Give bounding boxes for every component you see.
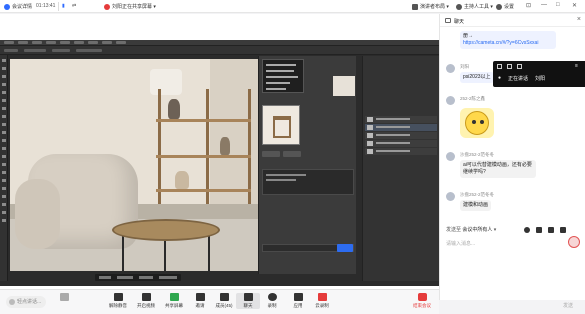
chat-title: 聊天 [454, 19, 465, 25]
ps-ai-panel [258, 56, 356, 274]
divider [58, 2, 59, 11]
maximize-icon[interactable]: □ [556, 2, 560, 8]
network-icon: ⇄ [72, 3, 77, 9]
assistant-avatar[interactable] [568, 236, 580, 248]
chat-sender: 252-2陈之鑫 [460, 96, 486, 101]
meeting-info-icon [4, 3, 10, 10]
title-bar: 会议详情 01:13:41 ▮ ⇄ 刘阳正在共享屏幕 ▾ 演讲者布局 ▾ 主持人… [0, 0, 585, 13]
layer-row[interactable] [365, 116, 437, 123]
cloud-record-icon [317, 293, 327, 301]
mic-icon: ● [498, 75, 502, 81]
mic-icon [113, 293, 123, 301]
send-to-selector[interactable]: 发送至 会议中所有人 ▾ [446, 226, 496, 233]
settings-button[interactable]: 设置 [496, 3, 514, 10]
screenshot-icon[interactable] [548, 227, 554, 233]
menu-icon[interactable]: ≡ [575, 63, 578, 69]
emoji-icon[interactable] [524, 227, 530, 233]
reference-thumbnail [333, 76, 355, 96]
more-icon[interactable] [560, 227, 566, 233]
cloud-record-button[interactable]: 云录制 [310, 293, 334, 309]
chat-sender: 沙盘252-2范冬冬 [460, 152, 495, 157]
generated-stool-image[interactable] [262, 105, 300, 145]
video-button[interactable]: 开启视频 [134, 293, 158, 309]
avatar [446, 64, 455, 73]
close-icon[interactable]: × [577, 16, 581, 23]
chat-sender: 沙盘252-2范冬冬 [460, 192, 495, 197]
ps-contextual-taskbar [95, 274, 181, 281]
file-icon[interactable] [536, 227, 542, 233]
invite-button[interactable]: 邀请 [188, 293, 212, 309]
model-dropdown[interactable] [262, 59, 304, 93]
chat-icon [243, 293, 253, 301]
send-button[interactable]: 发送 [563, 302, 573, 309]
chat-input[interactable]: 请输入消息... [446, 240, 475, 247]
apps-button[interactable]: 应用 [286, 293, 310, 309]
meeting-toolbar: 轻点讲话... 解除静音 开启视频 共享屏幕 邀请 成员(45) 聊天 录制 应… [0, 289, 439, 314]
chat-header: 聊天 × [440, 14, 585, 27]
layer-row[interactable] [365, 148, 437, 155]
push-to-talk-input[interactable]: 轻点讲话... [6, 296, 46, 308]
ai-action-button[interactable] [283, 151, 301, 157]
sharing-indicator[interactable]: 刘阳正在共享屏幕 ▾ [104, 3, 156, 10]
record-button[interactable]: 录制 [260, 293, 284, 309]
share-icon [169, 293, 179, 301]
avatar [446, 96, 455, 105]
hand-button[interactable] [52, 293, 76, 303]
avatar [446, 192, 455, 201]
end-meeting-button[interactable]: 结束会议 [411, 293, 433, 309]
chat-message: ai可以代替建模动画，还有必要继续学吗? [460, 160, 536, 178]
meeting-window: 会议详情 01:13:41 ▮ ⇄ 刘阳正在共享屏幕 ▾ 演讲者布局 ▾ 主持人… [0, 0, 585, 314]
pin-icon[interactable]: ⊡ [526, 2, 531, 9]
ps-toolbox [0, 55, 8, 281]
chat-button[interactable]: 聊天 [236, 293, 260, 309]
ps-layers-panel [362, 56, 439, 281]
chat-sender: 刘阳 [460, 64, 469, 69]
camera-icon [141, 293, 151, 301]
ps-options-bar [0, 46, 439, 55]
host-tools-icon [456, 3, 462, 10]
minimize-icon[interactable]: — [541, 2, 547, 8]
ai-prompt-box[interactable] [262, 169, 354, 195]
gear-icon [496, 3, 502, 10]
mic-icon [9, 299, 15, 305]
ai-action-button[interactable] [262, 151, 280, 157]
signal-icon: ▮ [62, 3, 65, 9]
floating-speaker-bar: ● 正在讲话 刘阳 ≡ [493, 61, 585, 87]
chat-message: 册→ https://cameta.cn/#/?y=6CvsSxxai [460, 31, 556, 49]
share-screen-button[interactable]: 共享屏幕 [162, 293, 186, 309]
speaker-layout-button[interactable]: 演讲者布局 ▾ [412, 3, 449, 10]
chat-message: 建模和动画 [460, 200, 492, 211]
close-icon[interactable]: ✕ [572, 2, 577, 9]
ai-generate-button[interactable] [337, 244, 353, 252]
meeting-info-button[interactable]: 会议详情 [4, 3, 32, 10]
apps-icon [293, 293, 303, 301]
chat-icon [445, 18, 451, 23]
meeting-timer: 01:13:41 [36, 3, 56, 9]
chat-sticker-image [460, 108, 494, 138]
layout-icon [412, 3, 418, 10]
shared-screen-area: 取消 ⊕ [0, 14, 439, 299]
end-call-icon [417, 293, 427, 301]
record-icon [267, 293, 277, 301]
members-button[interactable]: 成员(45) [212, 293, 236, 309]
members-icon [219, 293, 229, 301]
wall-lamp-shape [150, 69, 182, 95]
layer-row[interactable] [365, 124, 437, 131]
ps-canvas-image [10, 59, 258, 271]
unmute-button[interactable]: 解除静音 [106, 293, 130, 309]
hand-icon [59, 293, 69, 301]
layer-row[interactable] [365, 140, 437, 147]
screen-share-icon [104, 3, 110, 10]
chat-link[interactable]: https://cameta.cn/#/?y=6CvsSxxai [463, 40, 538, 46]
avatar [446, 152, 455, 161]
side-table-shape [112, 219, 220, 241]
photoshop-window [0, 40, 439, 286]
chat-panel: 聊天 × 册→ https://cameta.cn/#/?y=6CvsSxxai… [439, 14, 585, 300]
invite-icon [195, 293, 205, 301]
layer-row[interactable] [365, 132, 437, 139]
chat-message: psi2023以上 [460, 72, 494, 83]
host-tools-button[interactable]: 主持人工具 ▾ [456, 3, 493, 10]
